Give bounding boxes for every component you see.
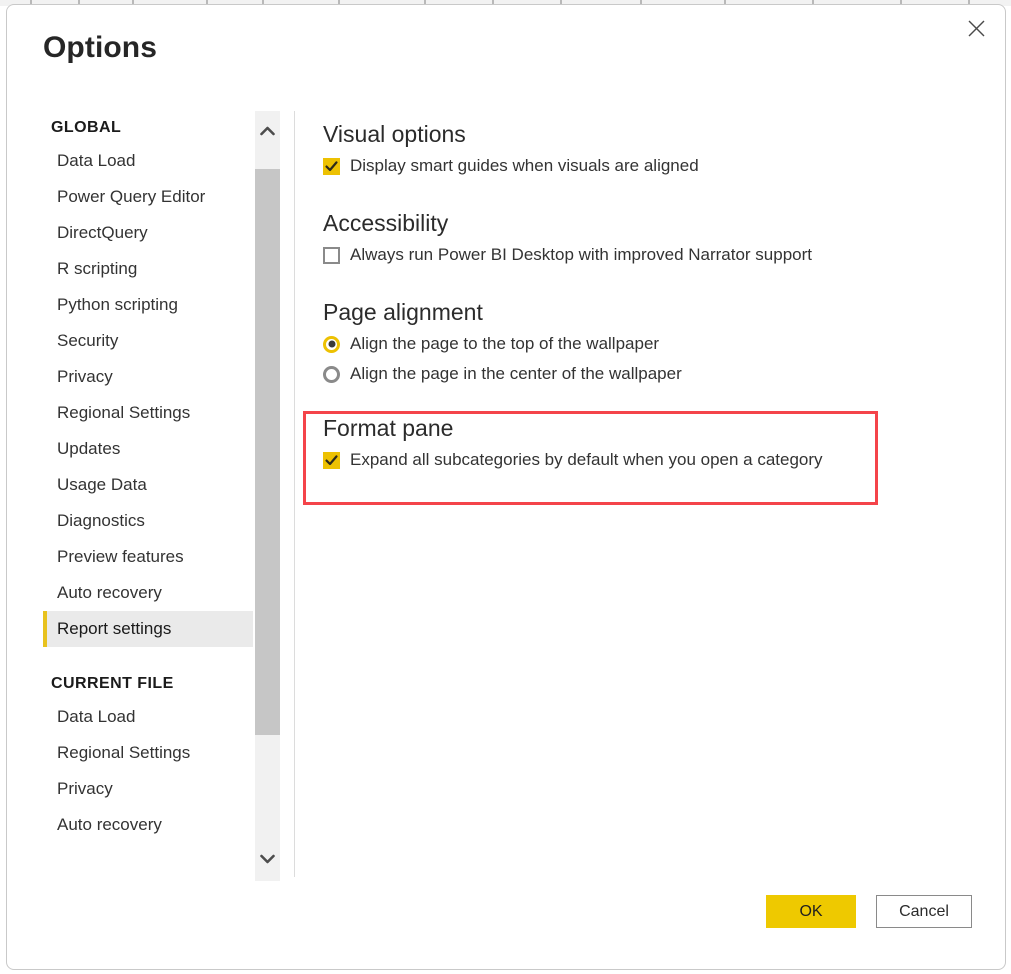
sidebar-scrollbar[interactable]	[255, 111, 280, 881]
ok-button[interactable]: OK	[766, 895, 856, 928]
sidebar-item-auto-recovery[interactable]: Auto recovery	[43, 575, 253, 611]
close-icon	[968, 20, 985, 37]
section-heading-visual-options: Visual options	[323, 121, 466, 147]
sidebar-item-current-privacy[interactable]: Privacy	[43, 771, 253, 807]
radio-label-align-center: Align the page in the center of the wall…	[350, 364, 682, 383]
section-format-pane: Format pane Expand all subcategories by …	[317, 411, 823, 475]
scrollbar-thumb[interactable]	[255, 169, 280, 735]
section-heading-accessibility: Accessibility	[323, 210, 449, 236]
scroll-down-button[interactable]	[255, 839, 280, 881]
page-title: Options	[43, 31, 158, 64]
checkbox-label-expand-subcategories: Expand all subcategories by default when…	[350, 450, 823, 469]
radio-row-align-top[interactable]: Align the page to the top of the wallpap…	[323, 329, 682, 359]
sidebar-item-current-auto-recovery[interactable]: Auto recovery	[43, 807, 253, 843]
checkbox-label-smart-guides: Display smart guides when visuals are al…	[350, 156, 699, 175]
sidebar-item-updates[interactable]: Updates	[43, 431, 253, 467]
sidebar-item-privacy[interactable]: Privacy	[43, 359, 253, 395]
sidebar-item-report-settings[interactable]: Report settings	[43, 611, 253, 647]
dialog-footer: OK Cancel	[7, 895, 1005, 943]
section-heading-page-alignment: Page alignment	[323, 299, 483, 325]
sidebar-item-directquery[interactable]: DirectQuery	[43, 215, 253, 251]
cancel-button[interactable]: Cancel	[876, 895, 972, 928]
settings-content-pane: Visual options Display smart guides when…	[317, 109, 957, 869]
checkbox-expand-subcategories[interactable]	[323, 451, 340, 469]
radio-label-align-top: Align the page to the top of the wallpap…	[350, 334, 660, 353]
section-heading-format-pane: Format pane	[323, 415, 454, 441]
sidebar-item-diagnostics[interactable]: Diagnostics	[43, 503, 253, 539]
checkbox-label-narrator-support: Always run Power BI Desktop with improve…	[350, 245, 813, 264]
checkbox-row-smart-guides[interactable]: Display smart guides when visuals are al…	[323, 151, 699, 181]
sidebar-item-usage-data[interactable]: Usage Data	[43, 467, 253, 503]
radio-align-center[interactable]	[323, 365, 340, 383]
sidebar-item-data-load[interactable]: Data Load	[43, 143, 253, 179]
checkbox-narrator-support[interactable]	[323, 246, 340, 264]
sidebar-item-current-regional-settings[interactable]: Regional Settings	[43, 735, 253, 771]
nav-group-heading-current-file: CURRENT FILE	[51, 675, 174, 692]
pane-divider	[294, 111, 295, 877]
chevron-up-icon	[260, 123, 275, 141]
section-page-alignment: Page alignment Align the page to the top…	[323, 295, 682, 389]
sidebar-item-regional-settings[interactable]: Regional Settings	[43, 395, 253, 431]
chevron-down-icon	[260, 851, 275, 869]
checkbox-row-expand-subcategories[interactable]: Expand all subcategories by default when…	[323, 445, 823, 475]
nav-group-spacer	[43, 647, 253, 669]
sidebar-item-current-data-load[interactable]: Data Load	[43, 699, 253, 735]
sidebar-item-security[interactable]: Security	[43, 323, 253, 359]
radio-row-align-center[interactable]: Align the page in the center of the wall…	[323, 359, 682, 389]
options-dialog: Options GLOBAL Data Load Power Query Edi…	[6, 4, 1006, 970]
nav-group-heading-global: GLOBAL	[51, 119, 122, 136]
settings-sidebar: GLOBAL Data Load Power Query Editor Dire…	[43, 113, 253, 881]
scroll-up-button[interactable]	[255, 111, 280, 153]
sidebar-item-python-scripting[interactable]: Python scripting	[43, 287, 253, 323]
close-button[interactable]	[953, 7, 999, 49]
checkbox-smart-guides[interactable]	[323, 157, 340, 175]
section-visual-options: Visual options Display smart guides when…	[323, 117, 699, 181]
section-accessibility: Accessibility Always run Power BI Deskto…	[323, 206, 812, 270]
sidebar-item-power-query-editor[interactable]: Power Query Editor	[43, 179, 253, 215]
radio-align-top[interactable]	[323, 335, 340, 353]
sidebar-item-preview-features[interactable]: Preview features	[43, 539, 253, 575]
checkbox-row-narrator-support[interactable]: Always run Power BI Desktop with improve…	[323, 240, 812, 270]
sidebar-item-r-scripting[interactable]: R scripting	[43, 251, 253, 287]
